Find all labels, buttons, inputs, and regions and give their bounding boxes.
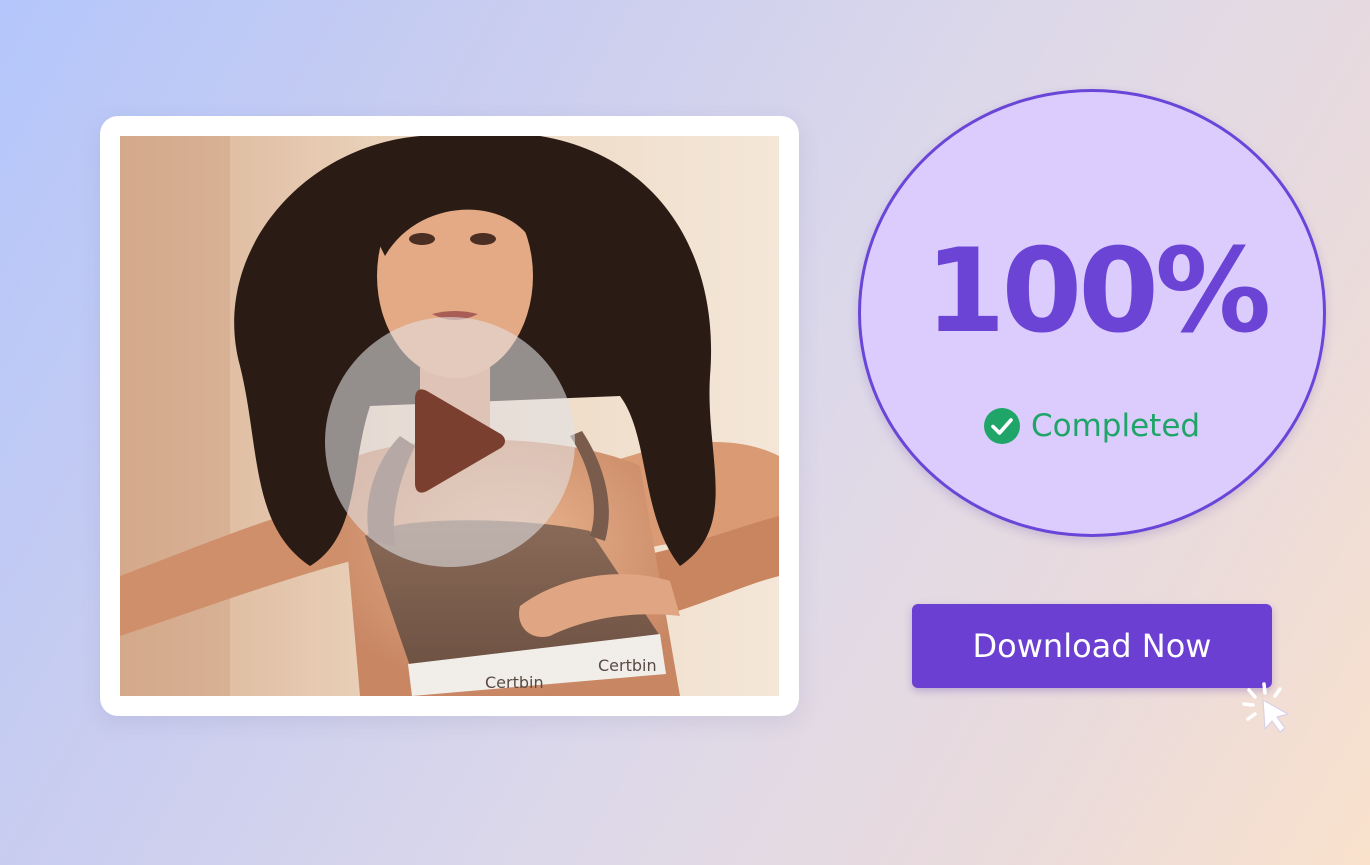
- check-circle-icon: [984, 408, 1020, 444]
- download-now-button[interactable]: Download Now: [912, 604, 1272, 688]
- status-row: Completed: [983, 406, 1200, 446]
- video-card: Certbin Certbin: [100, 116, 799, 716]
- play-icon: [415, 389, 505, 493]
- status-label: Completed: [1031, 408, 1201, 444]
- waistband-text-left: Certbin: [485, 673, 544, 692]
- play-button[interactable]: [325, 317, 575, 567]
- pointer-cursor-icon: [1242, 682, 1289, 733]
- waistband-text-right: Certbin: [598, 656, 657, 675]
- progress-percent: 100%: [924, 224, 1271, 359]
- progress-indicator: 100% Completed: [858, 89, 1326, 537]
- video-preview[interactable]: Certbin Certbin: [120, 136, 779, 696]
